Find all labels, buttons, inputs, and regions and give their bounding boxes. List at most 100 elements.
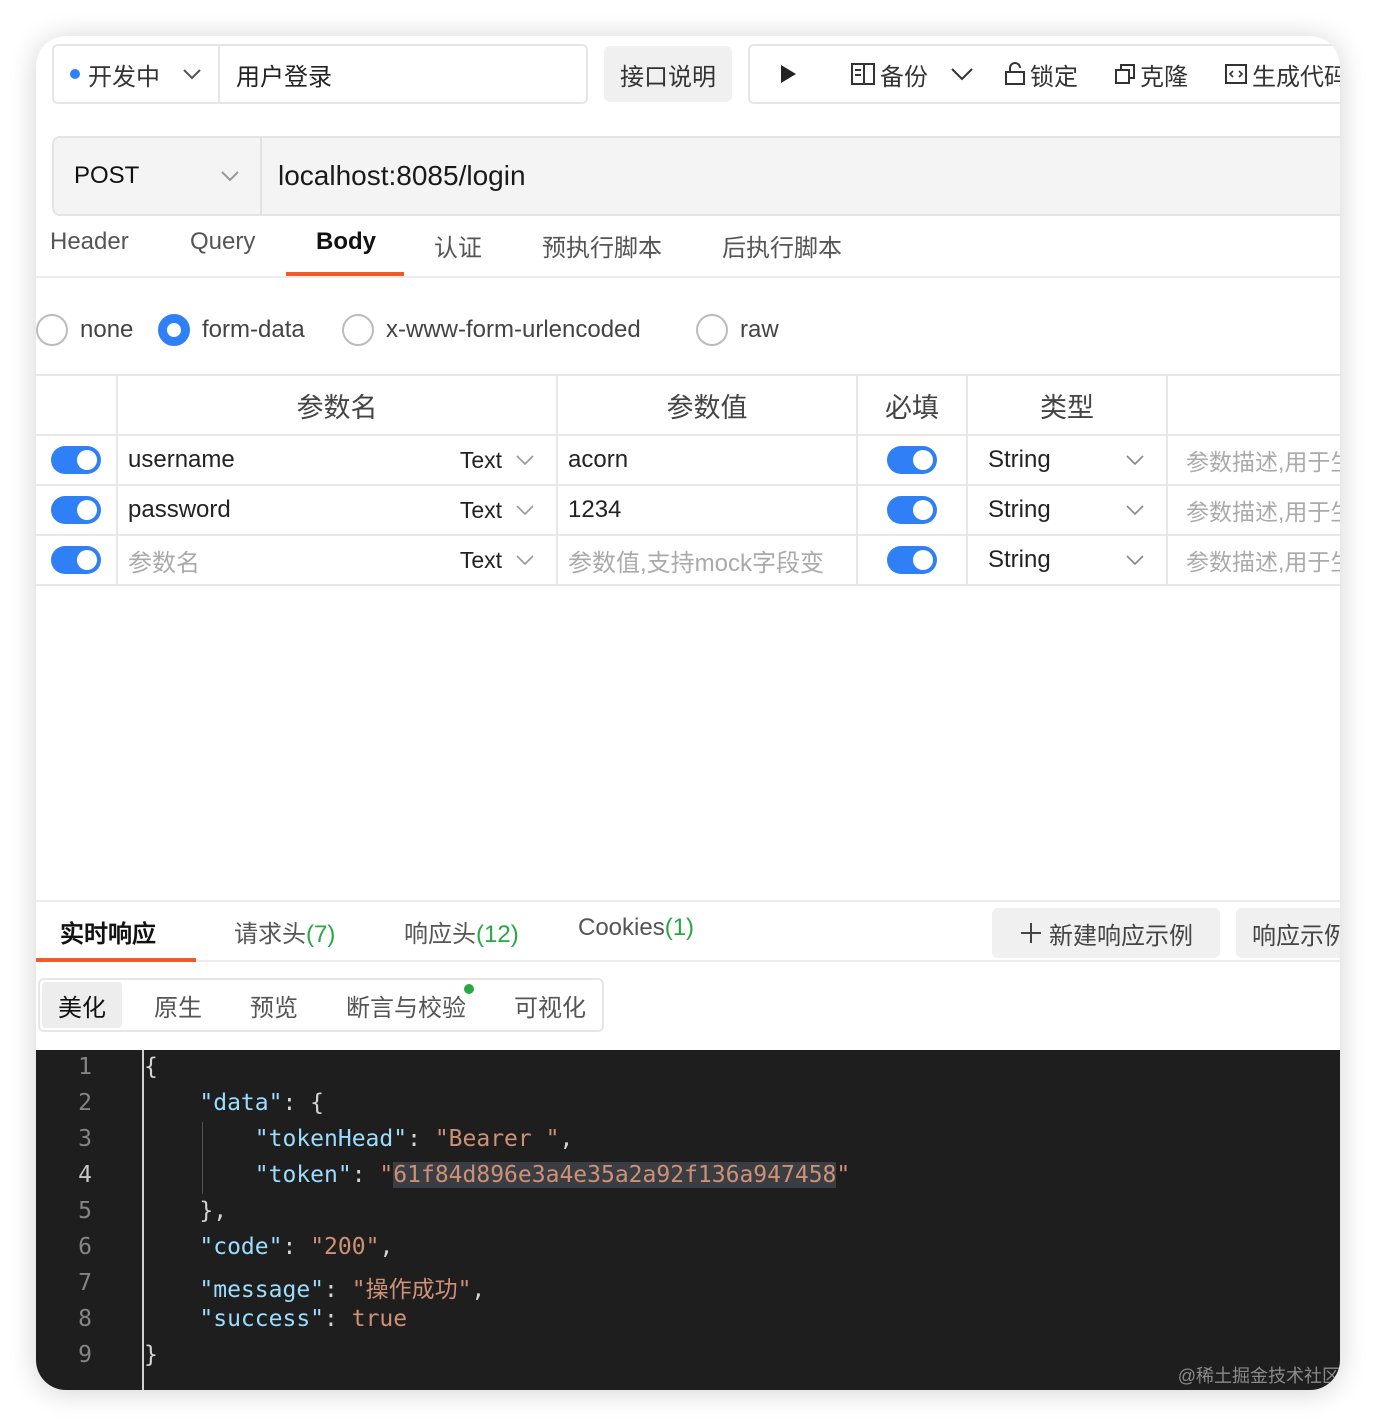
param-value-input[interactable]: 1234 — [556, 486, 856, 534]
radio-none[interactable]: none — [36, 314, 133, 346]
view-mode-tabs: 美化 原生 预览 断言与校验 可视化 — [38, 978, 604, 1032]
api-doc-button[interactable]: 接口说明 — [604, 46, 732, 102]
view-tab-preview[interactable]: 预览 — [250, 982, 298, 1028]
type-select[interactable]: String — [966, 436, 1166, 484]
chevron-down-icon — [220, 170, 240, 182]
active-tab-indicator — [36, 958, 196, 962]
method-select[interactable]: POST — [54, 138, 262, 214]
param-value-input[interactable]: acorn — [556, 436, 856, 484]
cookies-count: (1) — [664, 914, 695, 941]
param-name-cell[interactable]: username Text — [116, 436, 556, 484]
param-kind-label: Text — [459, 496, 502, 523]
param-name-cell[interactable]: 参数名 Text — [116, 536, 556, 584]
radio-x-www-form-urlencoded[interactable]: x-www-form-urlencoded — [342, 314, 641, 346]
request-headers-count: (7) — [306, 921, 336, 948]
required-toggle[interactable] — [887, 496, 937, 524]
radio-circle — [158, 314, 190, 346]
tab-body[interactable]: Body — [316, 228, 376, 256]
tab-request-headers-label: 请求头 — [234, 921, 306, 948]
code-line: "code": "200", — [199, 1234, 394, 1260]
radio-raw[interactable]: raw — [696, 314, 779, 346]
url-input[interactable]: localhost:8085/login — [262, 138, 526, 214]
api-name-input[interactable]: 用户登录 — [220, 46, 332, 102]
required-cell — [856, 486, 966, 534]
json-boolean: true — [351, 1306, 408, 1332]
param-kind-select[interactable]: Text — [460, 547, 534, 574]
tab-response-headers[interactable]: 响应头(12) — [404, 914, 519, 949]
code-line: { — [144, 1054, 158, 1080]
json-string: "200" — [310, 1234, 380, 1260]
required-toggle[interactable] — [887, 446, 937, 474]
param-name-placeholder: 参数名 — [128, 549, 200, 577]
tab-cookies[interactable]: Cookies(1) — [578, 914, 694, 942]
type-label: String — [988, 446, 1051, 473]
param-value-input[interactable]: 参数值,支持mock字段变 — [556, 536, 856, 584]
line-number: 4 — [78, 1162, 92, 1188]
generate-code-button[interactable]: 生成代码 — [1224, 57, 1340, 92]
status-dot — [464, 984, 474, 994]
json-key: "token" — [254, 1162, 352, 1188]
url-bar: POST localhost:8085/login — [52, 136, 1340, 216]
radio-form-data[interactable]: form-data — [158, 314, 305, 346]
description-input[interactable]: 参数描述,用于生 — [1166, 436, 1340, 484]
tab-pre-script[interactable]: 预执行脚本 — [542, 228, 662, 263]
param-name-cell[interactable]: password Text — [116, 486, 556, 534]
view-tab-pretty[interactable]: 美化 — [42, 982, 122, 1028]
type-select[interactable]: String — [966, 536, 1166, 584]
header-param-name: 参数名 — [116, 376, 556, 434]
enable-toggle[interactable] — [51, 546, 101, 574]
radio-circle — [342, 314, 374, 346]
enable-toggle[interactable] — [51, 496, 101, 524]
tab-request-headers[interactable]: 请求头(7) — [234, 914, 335, 949]
tab-post-script[interactable]: 后执行脚本 — [722, 228, 842, 263]
enable-cell — [36, 536, 116, 584]
line-number: 1 — [78, 1054, 92, 1080]
description-input[interactable]: 参数描述,用于生 — [1166, 486, 1340, 534]
line-number: 8 — [78, 1306, 92, 1332]
response-example-button[interactable]: 响应示例 — [1236, 908, 1340, 958]
backup-button[interactable]: 备份 — [850, 57, 974, 92]
enable-cell — [36, 486, 116, 534]
chevron-down-icon — [1126, 455, 1144, 465]
request-tabs: Header Query Body 认证 预执行脚本 后执行脚本 — [36, 222, 1340, 278]
tab-cookies-label: Cookies — [578, 914, 665, 941]
chevron-down-icon — [516, 555, 534, 565]
code-line: } — [144, 1342, 158, 1368]
tab-auth[interactable]: 认证 — [434, 228, 482, 263]
backup-icon — [851, 63, 875, 85]
run-button[interactable] — [778, 64, 798, 84]
json-key: "code" — [199, 1234, 283, 1260]
type-label: String — [988, 546, 1051, 573]
code-icon — [1225, 64, 1247, 84]
param-kind-select[interactable]: Text — [460, 497, 534, 524]
tab-query[interactable]: Query — [190, 228, 255, 256]
plus-icon — [1021, 923, 1041, 943]
view-tab-raw[interactable]: 原生 — [154, 982, 202, 1028]
lock-button[interactable]: 锁定 — [1004, 57, 1078, 92]
response-tabs: 实时响应 请求头(7) 响应头(12) Cookies(1) 新建响应示例 响应… — [36, 900, 1340, 962]
response-code-viewer[interactable]: 1 2 3 4 5 6 7 8 9 { "data": { "tokenHead… — [36, 1050, 1340, 1390]
api-header-box: 开发中 用户登录 — [52, 44, 588, 104]
radio-circle — [696, 314, 728, 346]
status-select[interactable]: 开发中 — [54, 46, 220, 102]
type-select[interactable]: String — [966, 486, 1166, 534]
json-string: "Bearer " — [434, 1126, 560, 1152]
param-kind-select[interactable]: Text — [460, 447, 534, 474]
chevron-down-icon — [516, 455, 534, 465]
params-table: 参数名 参数值 必填 类型 username Text acorn String — [36, 374, 1340, 586]
api-debug-window: 开发中 用户登录 接口说明 备份 锁定 克隆 生成代码 POST localho… — [36, 36, 1340, 1390]
view-tab-assertions[interactable]: 断言与校验 — [346, 982, 474, 1028]
json-key: "tokenHead" — [254, 1126, 408, 1152]
clone-button[interactable]: 克隆 — [1114, 57, 1188, 92]
new-response-example-button[interactable]: 新建响应示例 — [992, 908, 1220, 958]
tab-realtime-response[interactable]: 实时响应 — [60, 914, 156, 949]
enable-cell — [36, 436, 116, 484]
enable-toggle[interactable] — [51, 446, 101, 474]
required-toggle[interactable] — [887, 546, 937, 574]
new-example-label: 新建响应示例 — [1049, 922, 1193, 950]
description-input[interactable]: 参数描述,用于生 — [1166, 536, 1340, 584]
view-tab-visualize[interactable]: 可视化 — [514, 982, 586, 1028]
line-number: 7 — [78, 1270, 92, 1296]
param-name: password — [128, 496, 231, 523]
tab-header[interactable]: Header — [50, 228, 129, 256]
